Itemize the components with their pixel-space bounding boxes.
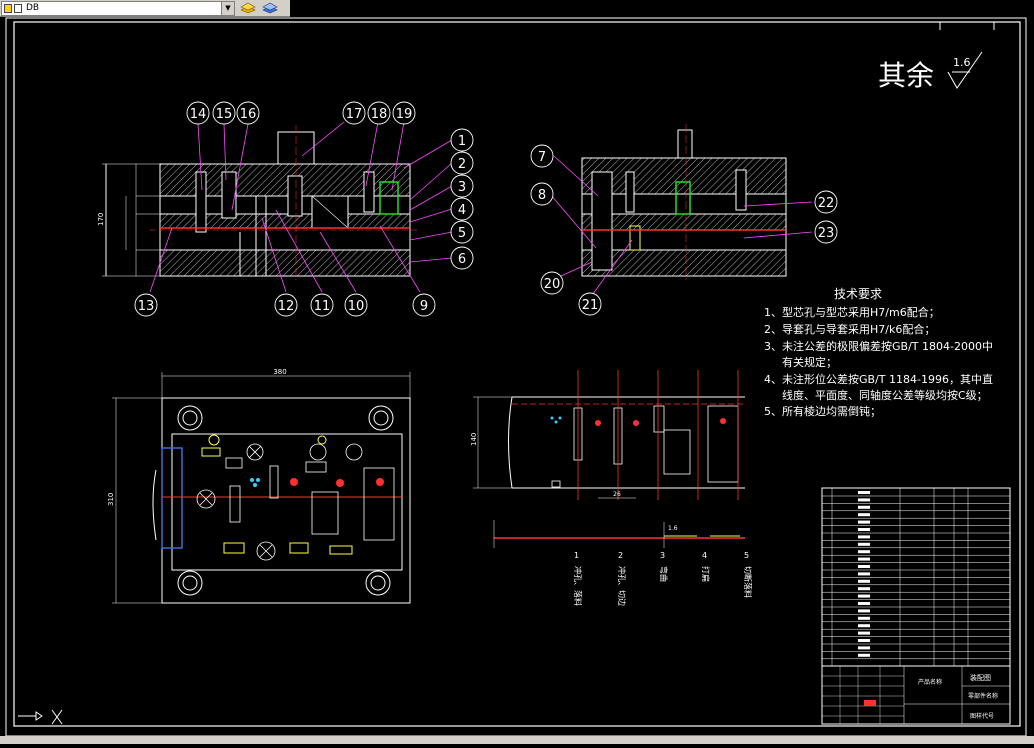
drawing-svg[interactable]: 其余 1.6 170 14 15 16 17 18 19 1 2 3 4 5 6…: [0, 16, 1034, 744]
strip-height-dim: 140: [470, 433, 478, 446]
station-number: 3: [660, 551, 665, 560]
bom-cell-mark: [858, 609, 870, 613]
part-number: 11: [314, 299, 331, 314]
station-number: 2: [618, 551, 623, 560]
bom-cell-mark: [858, 513, 870, 517]
part-number: 9: [420, 299, 428, 314]
tech-item: 5、所有棱边均需倒钝；: [764, 404, 881, 418]
part-number: 14: [190, 107, 207, 122]
part-number: 18: [371, 107, 388, 122]
bom-cell-mark: [858, 579, 870, 583]
part-number: 6: [458, 252, 466, 267]
part-number: 13: [138, 299, 155, 314]
part-number: 2: [458, 157, 466, 172]
bom-cell-mark: [858, 639, 870, 642]
tech-item: 1、型芯孔与型芯采用H7/m6配合；: [764, 305, 940, 319]
layer-on-icon: [4, 3, 12, 13]
station-label: 切断落料: [743, 566, 753, 598]
station-label: 冲孔、切边: [617, 566, 627, 606]
station-label: 打扁: [701, 566, 711, 582]
bom-cell-mark: [858, 550, 870, 554]
tech-item: 线度、平面度、同轴度公差等级均按C级；: [782, 388, 988, 402]
surface-finish-text: 其余: [878, 59, 934, 92]
part-number: 3: [458, 180, 466, 195]
tech-item: 有关规定；: [782, 355, 837, 369]
plan-view: 380 310: [107, 368, 411, 604]
part-number: 23: [818, 226, 835, 241]
layer-properties-icon: [262, 2, 278, 14]
station-number: 5: [744, 551, 749, 560]
station-labels: 1 冲孔、落料 2 冲孔、切边 3 弯曲 4 打扁 5 切断落料: [573, 551, 753, 606]
plan-height-dim: 310: [107, 493, 115, 506]
part-number: 15: [216, 107, 233, 122]
station-number: 4: [702, 551, 707, 560]
layer-toolbar: DB ▼: [0, 0, 290, 17]
bom-cell-mark: [858, 542, 870, 546]
bom-cell-mark: [858, 587, 870, 591]
technical-requirements: 技术要求 1、型芯孔与型芯采用H7/m6配合； 2、导套孔与导套采用H7/k6配…: [764, 287, 993, 418]
bom-cell-mark: [858, 520, 870, 524]
plan-width-dim: 380: [273, 368, 286, 376]
bom-cell-mark: [858, 535, 870, 539]
part-number: 17: [346, 107, 363, 122]
layer-dropdown[interactable]: DB ▼: [1, 0, 235, 16]
station-label: 冲孔、落料: [573, 566, 583, 606]
bom-cell-mark: [858, 565, 870, 568]
code-label: 图样代号: [970, 712, 994, 720]
bom-cell-mark: [858, 616, 870, 620]
part-number: 4: [458, 203, 466, 218]
main-section-view: 170: [97, 125, 420, 280]
bom-cell-mark: [858, 653, 870, 657]
layer-properties-button[interactable]: [261, 1, 279, 15]
bom-title-block: 产品名称 装配图 零部件名称 图样代号: [821, 487, 1011, 725]
part-number: 21: [582, 298, 599, 313]
layer-stack-icon: [240, 2, 256, 14]
surface-finish-value: 1.6: [953, 56, 971, 69]
part-number: 20: [544, 277, 561, 292]
layer-stack-button[interactable]: [239, 1, 257, 15]
layer-name: DB: [26, 3, 40, 13]
bom-cell-mark: [858, 557, 870, 561]
drawing-canvas[interactable]: 其余 1.6 170 14 15 16 17 18 19 1 2 3 4 5 6…: [0, 16, 1034, 744]
part-numbers: 14 15 16 17 18 19 1 2 3 4 5 6 13 12 11 1…: [138, 107, 835, 314]
tech-item: 3、未注公差的极限偏差按GB/T 1804-2000中: [764, 339, 993, 353]
bom-cell-mark: [858, 491, 870, 494]
strip-pitch-dim: 26: [613, 491, 621, 498]
bom-cell-mark: [858, 572, 870, 576]
bom-cell-mark: [858, 594, 870, 598]
side-section-view: [581, 124, 787, 280]
part-number: 16: [240, 107, 257, 122]
bom-cell-mark: [858, 624, 870, 628]
part-number: 5: [458, 226, 466, 241]
station-label: 弯曲: [659, 566, 669, 582]
part-number: 12: [278, 299, 295, 314]
horizontal-scrollbar[interactable]: [0, 736, 1034, 744]
bom-cell-mark: [858, 505, 870, 509]
tech-item: 4、未注形位公差按GB/T 1184-1996，其中直: [764, 372, 993, 386]
strip-layout: 140 26 1.6 1 冲孔、落料 2 冲孔、切边 3 弯曲 4 打扁 5 切…: [470, 370, 753, 606]
layer-color-icon: [14, 3, 22, 13]
bom-cell-mark: [858, 631, 870, 635]
strip-thickness-dim: 1.6: [668, 525, 678, 532]
part-balloons: [134, 101, 838, 317]
bom-cell-mark: [858, 528, 870, 531]
tech-item: 2、导套孔与导套采用H7/k6配合；: [764, 322, 935, 336]
part-number: 19: [396, 107, 413, 122]
bom-cell-mark: [858, 498, 870, 502]
ucs-icon: [18, 709, 63, 725]
product-label: 产品名称: [918, 678, 942, 686]
bom-cell-mark: [858, 646, 870, 650]
station-number: 1: [574, 551, 579, 560]
material-label: 零部件名称: [968, 692, 998, 700]
part-number: 8: [538, 188, 546, 203]
part-number: 10: [348, 299, 365, 314]
drawing-name: 装配图: [970, 673, 991, 682]
section-height-dim: 170: [97, 213, 105, 226]
part-number: 7: [538, 150, 546, 165]
part-number: 1: [458, 134, 466, 149]
bom-cell-mark: [858, 602, 870, 605]
tech-title: 技术要求: [834, 287, 882, 301]
chevron-down-icon[interactable]: ▼: [221, 1, 234, 15]
part-number: 22: [818, 196, 835, 211]
